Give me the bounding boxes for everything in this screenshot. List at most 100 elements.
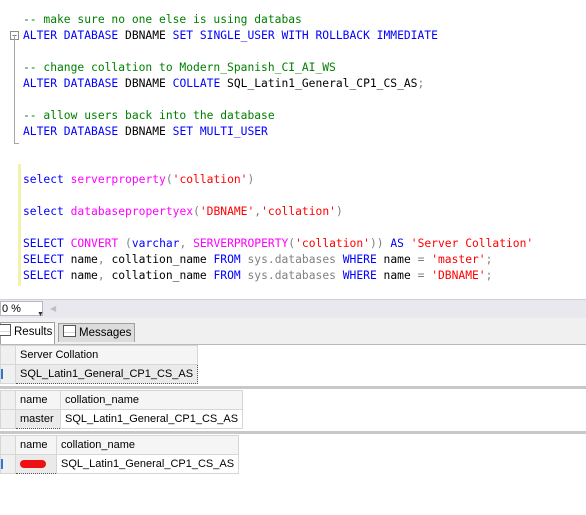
code-line[interactable]: -- allow users back into the database xyxy=(23,108,275,124)
grid-cell-redacted[interactable] xyxy=(15,454,57,474)
code-token: AS xyxy=(390,237,404,250)
row-header[interactable] xyxy=(0,364,16,384)
zoom-value: 0 % xyxy=(2,303,21,315)
scroll-left-icon[interactable]: ◀ xyxy=(50,304,56,313)
code-token: WHERE xyxy=(342,269,377,282)
column-header[interactable]: Server Collation xyxy=(14,345,199,365)
code-token: name xyxy=(376,253,418,266)
column-header[interactable]: name xyxy=(15,390,61,410)
code-token: )) xyxy=(369,237,384,250)
code-token: SELECT xyxy=(23,237,64,250)
row-header[interactable] xyxy=(0,454,16,474)
code-token: FROM xyxy=(213,253,241,266)
code-token: collation_name xyxy=(104,253,214,266)
code-line[interactable]: select databasepropertyex('DBNAME','coll… xyxy=(23,204,343,220)
code-token: select xyxy=(23,173,64,186)
code-token: name xyxy=(63,269,98,282)
code-line[interactable]: -- make sure no one else is using databa… xyxy=(23,12,302,28)
grid-cell[interactable]: SQL_Latin1_General_CP1_CS_AS xyxy=(14,364,199,384)
code-token: SERVERPROPERTY xyxy=(193,237,289,250)
grid-cell[interactable]: SQL_Latin1_General_CP1_CS_AS xyxy=(59,409,244,429)
outline-margin xyxy=(14,35,15,143)
code-token: 'DBNAME' xyxy=(199,205,255,218)
code-token: varchar xyxy=(131,237,180,250)
code-token: ) xyxy=(335,205,343,218)
code-line[interactable]: ALTER DATABASE DBNAME SET MULTI_USER xyxy=(23,124,268,140)
grid-cell[interactable]: SQL_Latin1_General_CP1_CS_AS xyxy=(55,454,240,474)
code-token: WHERE xyxy=(342,253,377,266)
grid-cell[interactable]: master xyxy=(15,409,61,429)
code-token: CONVERT xyxy=(70,237,119,250)
zoom-dropdown[interactable]: 0 % ▼ xyxy=(0,301,44,318)
results-pane: Results Messages Server Collation SQL_La… xyxy=(0,318,586,515)
code-token: SET SINGLE_USER WITH ROLLBACK IMMEDIATE xyxy=(172,29,438,42)
code-token: DBNAME xyxy=(118,125,173,138)
code-token: collation_name xyxy=(104,269,214,282)
grid-icon xyxy=(0,324,11,336)
code-token: 'DBNAME' xyxy=(431,269,486,282)
code-token: ( xyxy=(165,173,173,186)
tab-messages[interactable]: Messages xyxy=(58,323,135,342)
code-line[interactable]: ALTER DATABASE DBNAME SET SINGLE_USER WI… xyxy=(23,28,438,44)
result-grid-2[interactable]: name collation_name master SQL_Latin1_Ge… xyxy=(0,390,244,429)
tab-results-label: Results xyxy=(14,326,53,338)
code-token: DBNAME xyxy=(118,29,173,42)
code-token: ( xyxy=(125,237,132,250)
grid-splitter[interactable] xyxy=(0,431,586,434)
tab-messages-label: Messages xyxy=(79,327,132,339)
results-tab-bar: Results Messages xyxy=(0,318,586,345)
code-token: , xyxy=(97,269,105,282)
code-token: -- allow users back into the database xyxy=(23,109,275,122)
row-header-corner xyxy=(0,345,16,365)
messages-icon xyxy=(63,325,76,337)
code-token: ALTER DATABASE xyxy=(23,29,119,42)
code-token: DBNAME xyxy=(118,77,173,90)
code-token: SQL_Latin1_General_CP1_CS_AS xyxy=(220,77,418,90)
code-token: name xyxy=(63,253,98,266)
code-token: 'collation' xyxy=(261,205,336,218)
code-token: -- make sure no one else is using databa… xyxy=(23,13,302,26)
code-token: select xyxy=(23,205,64,218)
row-header-corner xyxy=(0,435,16,455)
tab-results[interactable]: Results xyxy=(0,322,55,344)
code-line[interactable]: ALTER DATABASE DBNAME COLLATE SQL_Latin1… xyxy=(23,76,424,92)
grid-splitter[interactable] xyxy=(0,386,586,389)
code-token: , xyxy=(97,253,105,266)
code-token: ; xyxy=(417,77,425,90)
code-token: sys.databases xyxy=(247,253,336,266)
code-line[interactable]: SELECT CONVERT (varchar, SERVERPROPERTY(… xyxy=(23,236,533,252)
code-token: sys.databases xyxy=(247,269,336,282)
code-token: name xyxy=(376,269,418,282)
outline-margin-end xyxy=(14,143,19,144)
column-header[interactable]: collation_name xyxy=(55,435,240,455)
column-header[interactable]: collation_name xyxy=(59,390,244,410)
code-token: 'master' xyxy=(431,253,486,266)
code-line[interactable]: -- change collation to Modern_Spanish_CI… xyxy=(23,60,336,76)
code-token: SELECT xyxy=(23,253,64,266)
code-line[interactable]: SELECT name, collation_name FROM sys.dat… xyxy=(23,252,492,268)
redaction-mark xyxy=(20,460,46,469)
query-editor[interactable]: − -- make sure no one else is using data… xyxy=(0,0,586,299)
editor-status-strip: 0 % ▼ ◀ xyxy=(0,299,586,319)
code-token: ALTER DATABASE xyxy=(23,77,119,90)
result-grid-1[interactable]: Server Collation SQL_Latin1_General_CP1_… xyxy=(0,345,199,384)
change-tracking-bar xyxy=(18,164,21,286)
result-grid-3[interactable]: name collation_name SQL_Latin1_General_C… xyxy=(0,435,240,474)
column-header[interactable]: name xyxy=(15,435,57,455)
code-token: ( xyxy=(193,205,200,218)
code-token: serverproperty xyxy=(70,173,166,186)
code-token: SELECT xyxy=(23,269,64,282)
code-line[interactable]: select serverproperty('collation') xyxy=(23,172,254,188)
row-header[interactable] xyxy=(0,409,16,429)
code-token: ALTER DATABASE xyxy=(23,125,119,138)
code-line[interactable]: SELECT name, collation_name FROM sys.dat… xyxy=(23,268,492,284)
code-token: ) xyxy=(247,173,255,186)
